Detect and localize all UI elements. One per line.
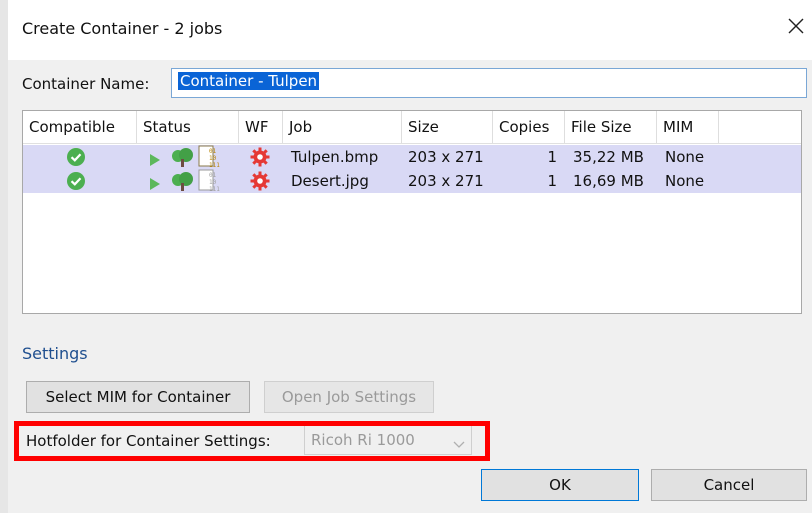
table-row[interactable]: 01 10 111 Tulpen.bmp 203 x 271 1 35,22 MB … (23, 145, 801, 169)
svg-text:01: 01 (209, 148, 217, 155)
column-header-job[interactable]: Job (283, 111, 402, 143)
job-mim: None (665, 172, 705, 190)
job-mim: None (665, 148, 705, 166)
svg-text:10: 10 (209, 179, 217, 186)
open-job-settings-button[interactable]: Open Job Settings (264, 381, 434, 413)
svg-text:10: 10 (209, 155, 217, 162)
column-header-status[interactable]: Status (137, 111, 239, 143)
svg-text:111: 111 (209, 162, 220, 169)
table-header: Compatible Status WF Job Size Copies Fil… (23, 111, 801, 144)
column-header-wf[interactable]: WF (239, 111, 283, 143)
svg-text:01: 01 (209, 172, 217, 179)
cancel-button[interactable]: Cancel (651, 469, 807, 501)
jobs-table[interactable]: Compatible Status WF Job Size Copies Fil… (22, 110, 802, 314)
column-header-copies[interactable]: Copies (493, 111, 565, 143)
tree-icon (170, 170, 194, 192)
job-size: 203 x 271 (408, 148, 484, 166)
settings-heading: Settings (22, 344, 88, 363)
job-file-size: 35,22 MB (573, 148, 644, 166)
red-gear-icon (250, 171, 270, 191)
binary-file-icon: 01 10 111 (198, 145, 220, 169)
select-mim-button[interactable]: Select MIM for Container (26, 381, 250, 413)
binary-file-icon: 01 10 111 (198, 169, 220, 193)
play-icon (149, 150, 161, 166)
job-copies: 1 (547, 148, 557, 166)
window-title: Create Container - 2 jobs (22, 19, 223, 38)
close-icon (788, 18, 804, 34)
play-icon (149, 174, 161, 190)
column-header-size[interactable]: Size (402, 111, 493, 143)
close-button[interactable] (784, 14, 808, 38)
job-name: Desert.jpg (291, 172, 369, 190)
container-name-value: Container - Tulpen (178, 72, 320, 90)
red-gear-icon (250, 147, 270, 167)
dialog-body: Container Name: Container - Tulpen Compa… (8, 60, 812, 513)
green-check-icon (67, 172, 85, 190)
tree-icon (170, 146, 194, 168)
green-check-icon (67, 148, 85, 166)
column-header-compatible[interactable]: Compatible (23, 111, 137, 143)
column-header-file-size[interactable]: File Size (565, 111, 657, 143)
title-bar: Create Container - 2 jobs (8, 0, 812, 60)
ok-button[interactable]: OK (481, 469, 639, 501)
job-file-size: 16,69 MB (573, 172, 644, 190)
background-window-edge (0, 0, 8, 513)
column-header-mim[interactable]: MIM (657, 111, 719, 143)
container-name-label: Container Name: (22, 75, 150, 93)
job-copies: 1 (547, 172, 557, 190)
job-size: 203 x 271 (408, 172, 484, 190)
container-name-input[interactable]: Container - Tulpen (171, 68, 807, 98)
job-name: Tulpen.bmp (291, 148, 379, 166)
svg-text:111: 111 (209, 186, 220, 193)
highlight-box (14, 421, 490, 461)
table-row[interactable]: 01 10 111 Desert.jpg 203 x 271 1 16,69 MB … (23, 169, 801, 193)
